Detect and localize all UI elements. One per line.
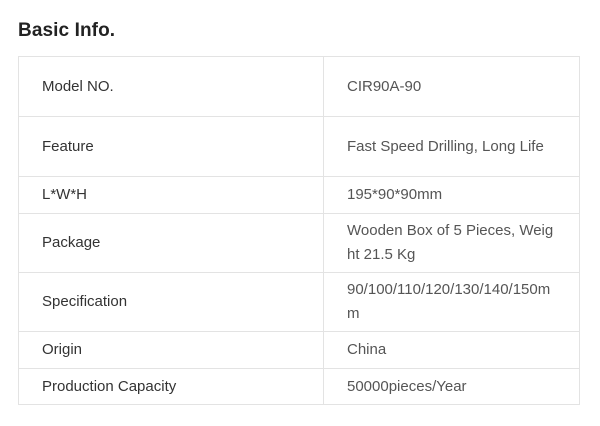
table-row: Package Wooden Box of 5 Pieces, Weight 2… (18, 213, 580, 273)
table-row: L*W*H 195*90*90mm (18, 176, 580, 214)
row-value-production-capacity: 50000pieces/Year (323, 368, 580, 405)
row-value-feature: Fast Speed Drilling, Long Life (323, 116, 580, 177)
row-value-model-no: CIR90A-90 (323, 56, 580, 117)
row-value-origin: China (323, 331, 580, 369)
row-label-dimensions: L*W*H (18, 176, 324, 214)
table-row: Model NO. CIR90A-90 (18, 56, 580, 117)
table-row: Specification 90/100/110/120/130/140/150… (18, 272, 580, 332)
table-row: Feature Fast Speed Drilling, Long Life (18, 116, 580, 177)
row-value-dimensions: 195*90*90mm (323, 176, 580, 214)
row-label-specification: Specification (18, 272, 324, 332)
row-label-feature: Feature (18, 116, 324, 177)
basic-info-table: Model NO. CIR90A-90 Feature Fast Speed D… (18, 56, 580, 405)
table-row: Production Capacity 50000pieces/Year (18, 368, 580, 405)
table-row: Origin China (18, 331, 580, 369)
row-label-package: Package (18, 213, 324, 273)
row-value-specification: 90/100/110/120/130/140/150mm (323, 272, 580, 332)
row-label-origin: Origin (18, 331, 324, 369)
row-value-package: Wooden Box of 5 Pieces, Weight 21.5 Kg (323, 213, 580, 273)
row-label-production-capacity: Production Capacity (18, 368, 324, 405)
row-label-model-no: Model NO. (18, 56, 324, 117)
section-title: Basic Info. (18, 20, 116, 41)
